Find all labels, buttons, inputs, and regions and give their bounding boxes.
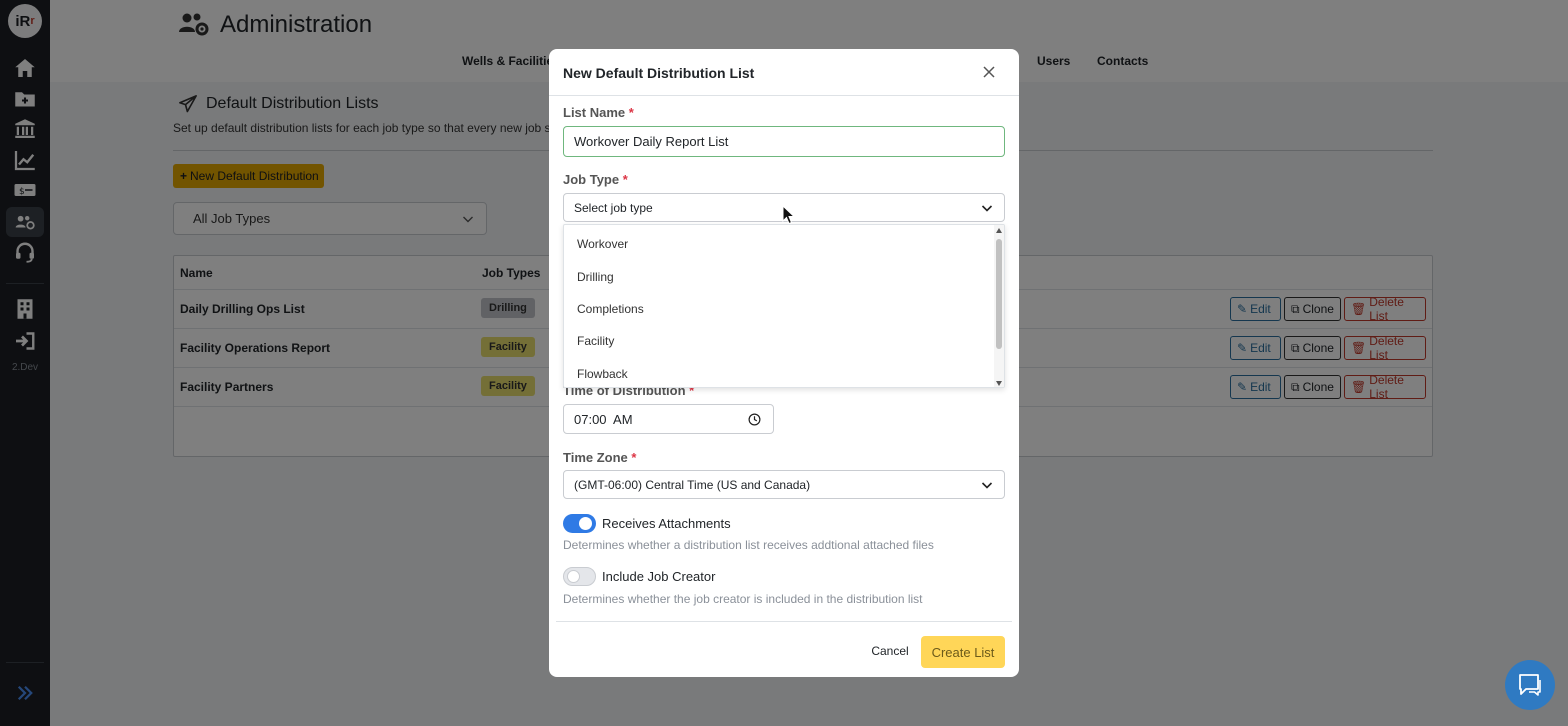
job-type-option-flowback[interactable]: Flowback: [577, 367, 628, 381]
close-icon[interactable]: [981, 64, 997, 80]
job-type-option-workover[interactable]: Workover: [577, 237, 628, 251]
time-zone-label: Time Zone *: [563, 450, 637, 465]
job-type-dropdown: Workover Drilling Completions Facility F…: [563, 224, 1005, 388]
chat-icon: [1517, 673, 1543, 697]
job-type-option-completions[interactable]: Completions: [577, 302, 644, 316]
job-type-option-drilling[interactable]: Drilling: [577, 270, 614, 284]
receives-attachments-toggle[interactable]: [563, 514, 596, 533]
scrollbar-thumb[interactable]: [996, 239, 1002, 349]
mouse-cursor-icon: [782, 205, 796, 225]
modal-header-divider: [549, 95, 1019, 96]
clock-icon[interactable]: [748, 413, 761, 426]
receives-attachments-label: Receives Attachments: [602, 516, 731, 531]
list-name-label: List Name *: [563, 105, 634, 120]
include-job-creator-help: Determines whether the job creator is in…: [563, 592, 923, 606]
create-list-button[interactable]: Create List: [921, 636, 1005, 668]
chevron-down-icon: [981, 202, 993, 214]
list-name-input[interactable]: Workover Daily Report List: [563, 126, 1005, 157]
cancel-button[interactable]: Cancel: [866, 637, 914, 665]
receives-attachments-help: Determines whether a distribution list r…: [563, 538, 934, 552]
time-zone-select[interactable]: (GMT-06:00) Central Time (US and Canada): [563, 470, 1005, 499]
scroll-up-icon[interactable]: [996, 228, 1002, 233]
new-distribution-list-modal: New Default Distribution List List Name …: [549, 49, 1019, 677]
job-type-option-facility[interactable]: Facility: [577, 334, 614, 348]
include-job-creator-toggle[interactable]: [563, 567, 596, 586]
chevron-down-icon: [981, 479, 993, 491]
job-type-label: Job Type *: [563, 172, 628, 187]
scroll-down-icon[interactable]: [996, 381, 1002, 386]
toggle-knob: [579, 517, 592, 530]
dropdown-scrollbar[interactable]: [994, 225, 1004, 387]
toggle-knob: [567, 570, 580, 583]
modal-title: New Default Distribution List: [563, 65, 755, 81]
time-of-distribution-input[interactable]: 07:00 AM: [563, 404, 774, 434]
modal-footer-divider: [556, 621, 1012, 622]
chat-support-button[interactable]: [1505, 660, 1555, 710]
include-job-creator-label: Include Job Creator: [602, 569, 716, 584]
